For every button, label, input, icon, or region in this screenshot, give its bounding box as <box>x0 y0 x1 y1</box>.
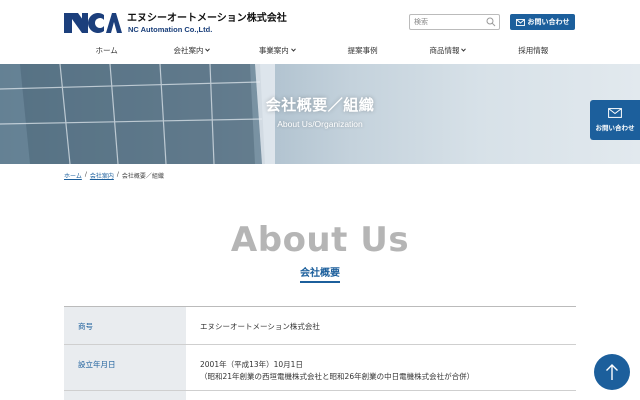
table-data-cell: エヌシーオートメーション株式会社 <box>186 307 576 344</box>
table-header-cell: 商号 <box>64 307 186 344</box>
chevron-down-icon <box>290 48 296 52</box>
mail-icon <box>515 18 525 26</box>
floating-contact-label: お問い合わせ <box>595 124 635 132</box>
table-row <box>64 391 576 400</box>
table-header-cell <box>64 391 186 400</box>
hero-title: 会社概要／組織 <box>265 96 375 114</box>
nav-item-label: ホーム <box>95 45 118 55</box>
table-data-cell <box>186 391 576 400</box>
hero-subtitle: About Us/Organization <box>277 119 363 129</box>
search-icon[interactable] <box>486 17 496 27</box>
nav-item-home[interactable]: ホーム <box>64 42 149 58</box>
nav-item-label: 事業案内 <box>258 45 289 55</box>
nav-item-company[interactable]: 会社案内 <box>149 42 234 58</box>
main-nav: ホーム 会社案内 事業案内 提案事例 商品情報 採用情報 <box>64 42 576 58</box>
company-name-ja: エヌシーオートメーション株式会社 <box>127 13 287 24</box>
nav-item-label: 会社案内 <box>173 45 204 55</box>
section-title-ja: 会社概要 <box>300 268 340 279</box>
nav-item-label: 提案事例 <box>347 45 378 55</box>
site-header: エヌシーオートメーション株式会社 NC Automation Co.,Ltd. … <box>0 0 640 64</box>
table-value: 2001年（平成13年）10月1日 <box>200 360 303 369</box>
breadcrumb: ホーム / 会社案内 / 会社概要／組織 <box>64 171 164 180</box>
chevron-down-icon <box>461 48 467 52</box>
table-data-cell: 2001年（平成13年）10月1日 （昭和21年創業の西垣電機株式会社と昭和26… <box>186 345 576 390</box>
contact-button[interactable]: お問い合わせ <box>510 14 575 30</box>
arrow-up-icon <box>606 364 618 380</box>
breadcrumb-home[interactable]: ホーム <box>64 171 82 180</box>
chevron-down-icon <box>205 48 211 52</box>
nav-item-products[interactable]: 商品情報 <box>405 42 490 58</box>
back-to-top-button[interactable] <box>594 354 630 390</box>
breadcrumb-separator: / <box>84 171 87 178</box>
table-value-note: （昭和21年創業の西垣電機株式会社と昭和26年創業の中日電機株式会社が合併） <box>200 372 475 381</box>
nav-item-business[interactable]: 事業案内 <box>235 42 320 58</box>
table-header-cell: 設立年月日 <box>64 345 186 390</box>
mail-icon <box>608 108 622 118</box>
table-row: 商号 エヌシーオートメーション株式会社 <box>64 307 576 345</box>
table-value: エヌシーオートメーション株式会社 <box>200 322 320 331</box>
nav-item-recruit[interactable]: 採用情報 <box>491 42 576 58</box>
section-title-underline <box>300 281 340 283</box>
company-info-table: 商号 エヌシーオートメーション株式会社 設立年月日 2001年（平成13年）10… <box>64 306 576 400</box>
nav-item-cases[interactable]: 提案事例 <box>320 42 405 58</box>
page: エヌシーオートメーション株式会社 NC Automation Co.,Ltd. … <box>0 0 640 400</box>
section-title-en: About Us <box>230 220 410 260</box>
floating-contact-button[interactable]: お問い合わせ <box>590 100 640 140</box>
nav-item-label: 商品情報 <box>429 45 460 55</box>
breadcrumb-company[interactable]: 会社案内 <box>90 171 114 180</box>
contact-button-label: お問い合わせ <box>527 18 570 26</box>
hero-banner: 会社概要／組織 About Us/Organization <box>0 64 640 164</box>
company-logo[interactable] <box>64 11 122 35</box>
table-row: 設立年月日 2001年（平成13年）10月1日 （昭和21年創業の西垣電機株式会… <box>64 345 576 391</box>
breadcrumb-separator: / <box>116 171 119 178</box>
company-name-en: NC Automation Co.,Ltd. <box>128 25 213 34</box>
breadcrumb-current: 会社概要／組織 <box>121 173 164 180</box>
nav-item-label: 採用情報 <box>518 45 549 55</box>
